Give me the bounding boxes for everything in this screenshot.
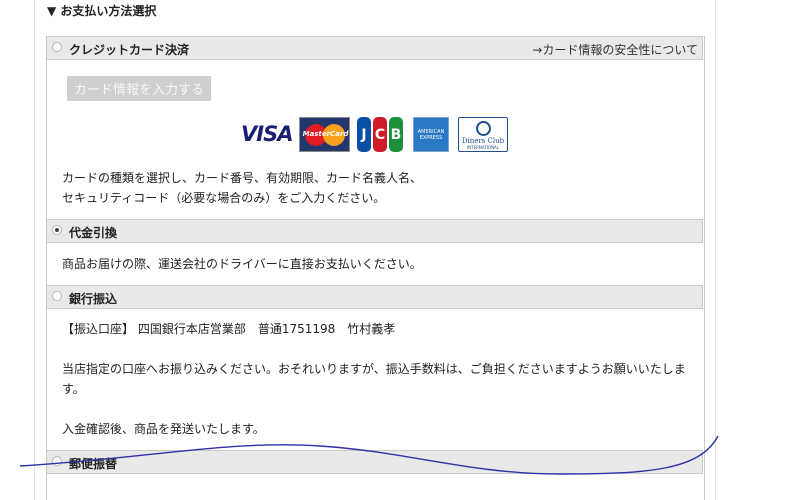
jcb-logo: J C B [357,117,403,152]
mastercard-logo-text: MasterCard [302,130,349,138]
bank-note-line1: 当店指定の口座へお振り込みください。おそれいりますが、振込手数料は、ご負担くださ… [62,362,686,376]
bank-radio[interactable] [52,291,62,301]
bank-account: 【振込口座】 四国銀行本店営業部 普通1751198 竹村義孝 [62,322,396,336]
bank-shipping-note: 入金確認後、商品を発送いたします。 [62,422,265,436]
section-title: ▼ お支払い方法選択 [47,4,157,18]
postal-radio[interactable] [52,456,62,466]
bank-label: 銀行振込 [69,292,118,306]
credit-label: クレジットカード決済 [69,43,190,57]
postal-label: 郵便振替 [69,457,118,471]
cod-radio[interactable] [52,225,62,235]
cod-description: 商品お届けの際、運送会社のドライバーに直接お支払いください。 [62,257,422,271]
payment-option-credit[interactable]: クレジットカード決済 →カード情報の安全性について [46,36,703,60]
bank-note-line2: す。 [62,382,85,396]
credit-description-line2: セキュリティコード（必要な場合のみ）をご入力ください。 [62,191,386,205]
payment-option-bank[interactable]: 銀行振込 [46,285,703,309]
visa-logo: VISA [241,122,293,146]
mastercard-logo: MasterCard [299,117,350,152]
credit-radio[interactable] [52,42,62,52]
amex-logo: AMERICAN EXPRESS [413,117,449,152]
cod-label: 代金引換 [69,226,118,240]
enter-card-info-button[interactable]: カード情報を入力する [67,76,211,101]
credit-description-line1: カードの種類を選択し、カード番号、有効期限、カード名義人名、 [62,171,423,185]
payment-option-postal[interactable]: 郵便振替 [46,450,703,474]
card-safety-link[interactable]: →カード情報の安全性について [532,41,698,58]
diners-club-logo: Diners Club INTERNATIONAL [458,117,508,152]
payment-option-cod[interactable]: 代金引換 [46,219,703,243]
